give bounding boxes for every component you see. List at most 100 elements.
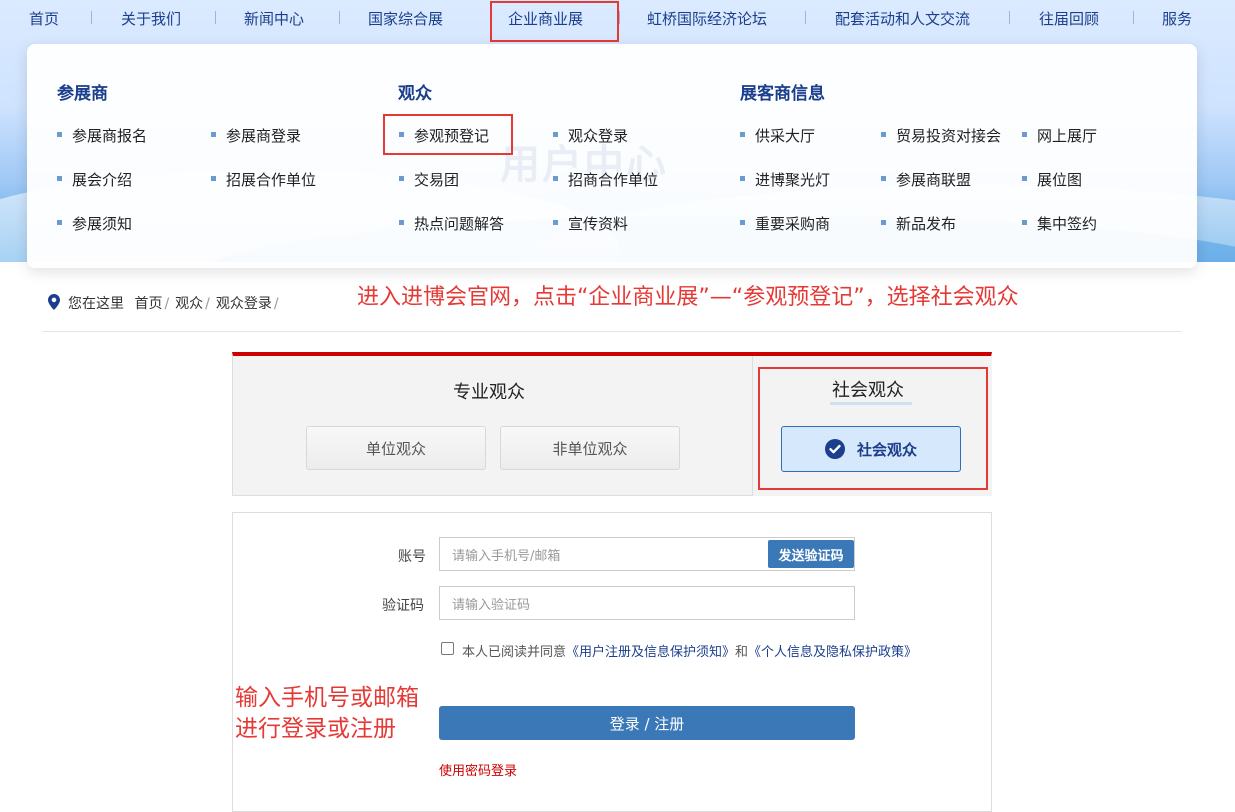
annotation-line: 进行登录或注册 — [235, 716, 396, 742]
menu-item-expo-intro[interactable]: 展会介绍 — [57, 169, 132, 190]
bullet-icon — [57, 132, 62, 137]
annotation-highlight-box — [383, 114, 513, 155]
menu-item-label: 展会介绍 — [72, 171, 133, 189]
menu-item-trading-group[interactable]: 交易团 — [399, 169, 459, 190]
bullet-icon — [1022, 132, 1027, 137]
password-login-link[interactable]: 使用密码登录 — [439, 760, 517, 779]
menu-item-faq[interactable]: 热点问题解答 — [399, 213, 504, 234]
menu-item-spotlight[interactable]: 进博聚光灯 — [740, 169, 830, 190]
bullet-icon — [553, 132, 558, 137]
bullet-icon — [57, 176, 62, 181]
nav-divider — [805, 11, 806, 24]
menu-item-label: 供采大厅 — [755, 127, 816, 145]
menu-item-signing[interactable]: 集中签约 — [1022, 213, 1097, 234]
nav-home[interactable]: 首页 — [29, 8, 59, 29]
audience-type-panel: 专业观众 单位观众 非单位观众 社会观众 社会观众 — [232, 352, 992, 496]
breadcrumb-separator: / — [205, 296, 210, 312]
annotation-line: 输入手机号或邮箱 — [235, 685, 419, 711]
nav-review[interactable]: 往届回顾 — [1039, 8, 1099, 29]
breadcrumb-separator: / — [164, 296, 170, 312]
menu-item-label: 展位图 — [1037, 171, 1083, 189]
privacy-policy-link[interactable]: 《个人信息及隐私保护政策》 — [748, 645, 917, 660]
bullet-icon — [399, 176, 404, 181]
nav-about[interactable]: 关于我们 — [121, 8, 181, 29]
account-label: 账号 — [398, 549, 426, 565]
menu-item-exhibitor-alliance[interactable]: 参展商联盟 — [881, 169, 971, 190]
annotation-instruction: 进入进博会官网，点击“企业商业展”—“参观预登记”，选择社会观众 — [357, 285, 1019, 310]
menu-item-label: 交易团 — [414, 171, 460, 189]
menu-item-label: 新品发布 — [896, 215, 957, 233]
code-input[interactable]: 请输入验证码 — [439, 586, 855, 620]
bullet-icon — [399, 220, 404, 225]
menu-item-label: 网上展厅 — [1037, 127, 1098, 145]
menu-item-key-buyers[interactable]: 重要采购商 — [740, 213, 830, 234]
bullet-icon — [740, 220, 745, 225]
nav-divider — [619, 11, 620, 24]
menu-column-title: 参展商 — [57, 84, 108, 104]
menu-column-title: 观众 — [398, 84, 432, 104]
breadcrumb: 您在这里 首页 / 观众 / 观众登录 / — [48, 293, 285, 313]
bullet-icon — [211, 132, 216, 137]
annotation-highlight-box — [758, 367, 988, 490]
menu-item-label: 参展须知 — [72, 215, 133, 233]
login-form: 账号 请输入手机号/邮箱 发送验证码 验证码 请输入验证码 本人已阅读并同意《用… — [232, 512, 992, 812]
nav-news[interactable]: 新闻中心 — [244, 8, 304, 29]
menu-item-floor-plan[interactable]: 展位图 — [1022, 169, 1082, 190]
agreement: 本人已阅读并同意《用户注册及信息保护须知》和《个人信息及隐私保护政策》 — [441, 639, 961, 667]
menu-item-online-hall[interactable]: 网上展厅 — [1022, 125, 1097, 146]
menu-item-label: 进博聚光灯 — [755, 171, 831, 189]
nav-divider — [1133, 11, 1134, 24]
bullet-icon — [881, 176, 886, 181]
annotation-highlight-box — [490, 1, 619, 42]
agree-and: 和 — [735, 645, 749, 660]
menu-item-label: 观众登录 — [568, 127, 629, 145]
non-unit-audience-button[interactable]: 非单位观众 — [500, 426, 680, 470]
bullet-icon — [881, 132, 886, 137]
menu-item-exhibitor-partners[interactable]: 招展合作单位 — [211, 169, 316, 190]
annotation-side-note: 输入手机号或邮箱 进行登录或注册 — [235, 683, 419, 745]
menu-item-investment-partners[interactable]: 招商合作单位 — [553, 169, 658, 190]
menu-item-trade-matchmaking[interactable]: 贸易投资对接会 — [881, 125, 1001, 146]
breadcrumb-visitor[interactable]: 观众 — [175, 296, 203, 312]
menu-item-product-launch[interactable]: 新品发布 — [881, 213, 956, 234]
bullet-icon — [553, 176, 558, 181]
menu-item-label: 参展商联盟 — [896, 171, 972, 189]
user-registration-notice-link[interactable]: 《用户注册及信息保护须知》 — [566, 645, 735, 660]
agree-checkbox[interactable] — [441, 642, 454, 655]
nav-service[interactable]: 服务 — [1162, 8, 1192, 29]
nav-national-exhibition[interactable]: 国家综合展 — [368, 8, 443, 29]
nav-divider — [1009, 11, 1010, 24]
breadcrumb-prefix: 您在这里 — [68, 296, 124, 312]
send-code-button[interactable]: 发送验证码 — [768, 540, 854, 568]
top-nav: 首页 关于我们 新闻中心 国家综合展 企业商业展 虹桥国际经济论坛 配套活动和人… — [0, 0, 1235, 42]
menu-item-promo-materials[interactable]: 宣传资料 — [553, 213, 628, 234]
menu-item-label: 集中签约 — [1037, 215, 1098, 233]
menu-item-label: 宣传资料 — [568, 215, 629, 233]
bullet-icon — [1022, 176, 1027, 181]
menu-item-exhibitor-guide[interactable]: 参展须知 — [57, 213, 132, 234]
bullet-icon — [881, 220, 886, 225]
professional-audience-title: 专业观众 — [453, 382, 525, 403]
nav-divider — [215, 11, 216, 24]
nav-events[interactable]: 配套活动和人文交流 — [835, 8, 970, 29]
bullet-icon — [57, 220, 62, 225]
menu-item-exhibitor-register[interactable]: 参展商报名 — [57, 125, 147, 146]
divider — [42, 331, 1182, 332]
menu-item-exhibitor-login[interactable]: 参展商登录 — [211, 125, 301, 146]
breadcrumb-visitor-login[interactable]: 观众登录 — [216, 296, 272, 312]
breadcrumb-separator: / — [273, 296, 279, 312]
login-register-button[interactable]: 登录 / 注册 — [439, 706, 855, 740]
menu-item-procurement-hall[interactable]: 供采大厅 — [740, 125, 815, 146]
nav-forum[interactable]: 虹桥国际经济论坛 — [647, 8, 767, 29]
code-label: 验证码 — [382, 598, 424, 614]
breadcrumb-home[interactable]: 首页 — [134, 296, 162, 312]
bullet-icon — [740, 176, 745, 181]
menu-item-label: 重要采购商 — [755, 215, 831, 233]
bullet-icon — [1022, 220, 1027, 225]
bullet-icon — [211, 176, 216, 181]
nav-divider — [91, 11, 92, 24]
menu-item-label: 招商合作单位 — [568, 171, 659, 189]
menu-item-visitor-login[interactable]: 观众登录 — [553, 125, 628, 146]
unit-audience-button[interactable]: 单位观众 — [306, 426, 486, 470]
menu-column-title: 展客商信息 — [740, 84, 825, 104]
